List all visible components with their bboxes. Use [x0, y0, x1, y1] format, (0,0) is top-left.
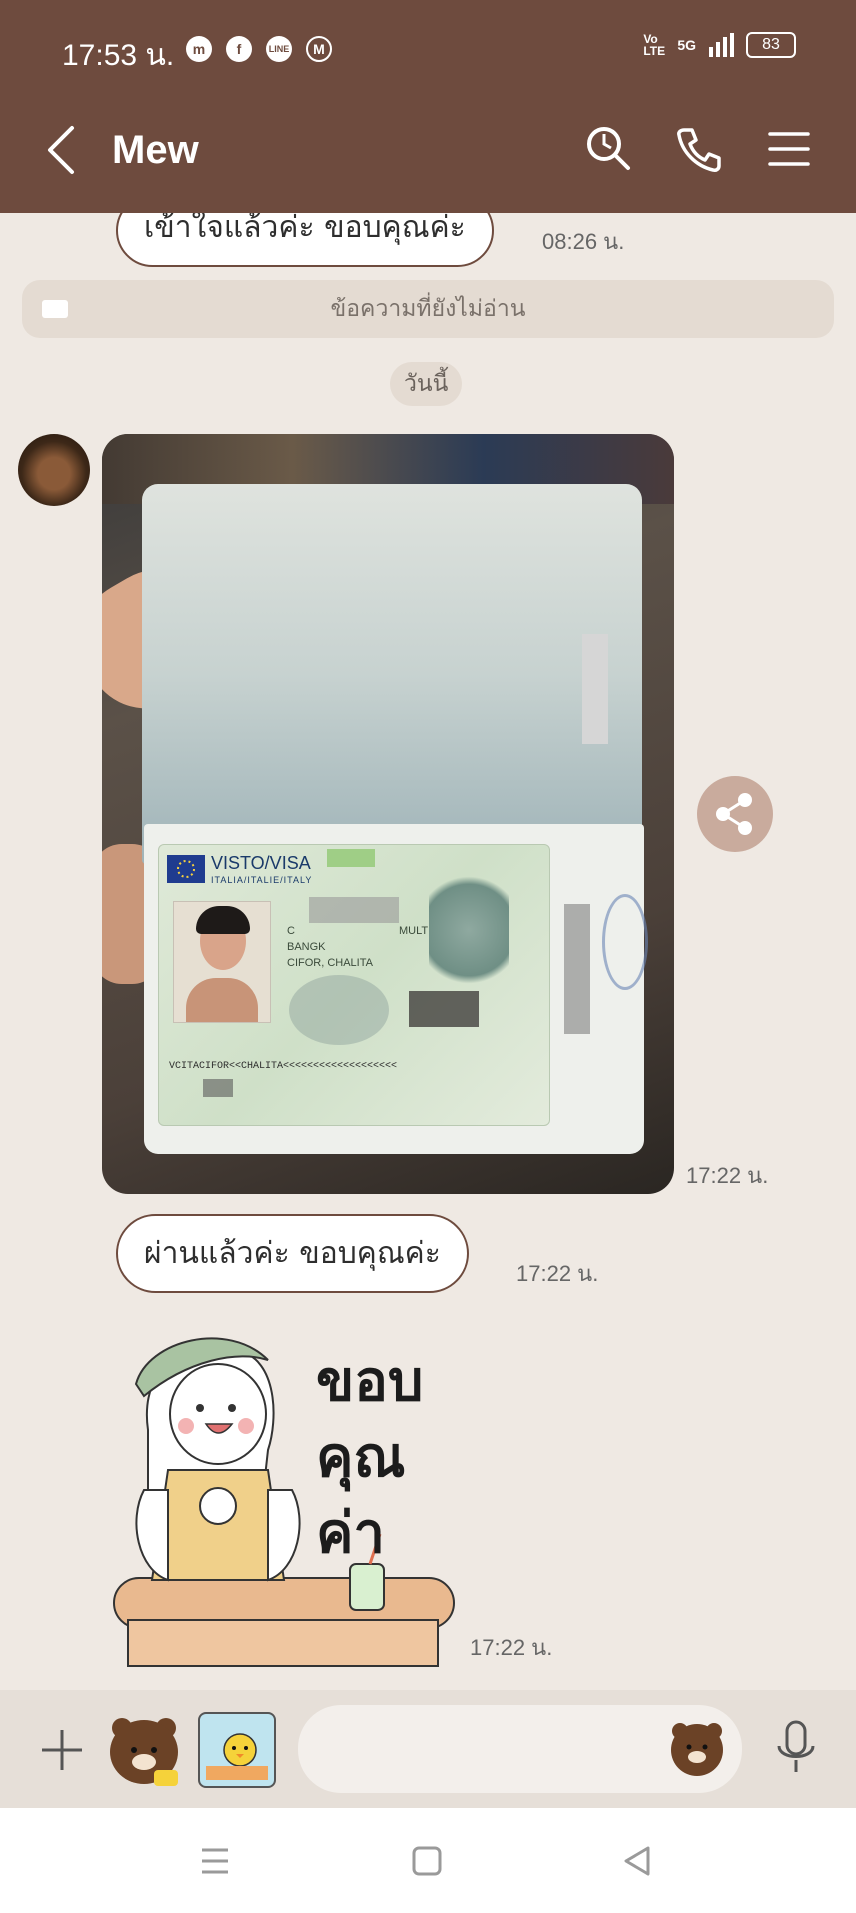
visa-mrz: VCITACIFOR<<CHALITA<<<<<<<<<<<<<<<<<<< — [169, 1061, 398, 1072]
gallery-button[interactable] — [198, 1712, 276, 1788]
back-button[interactable] — [40, 122, 84, 178]
sticker-thank-you[interactable]: ขอบ คุณ ค่า — [108, 1320, 464, 1670]
volte-label: Vo LTE — [643, 32, 666, 58]
sticker-text: ขอบ คุณ ค่า — [316, 1344, 423, 1572]
unread-divider: ข้อความที่ยังไม่อ่าน — [22, 280, 834, 338]
portrait-body — [186, 978, 258, 1022]
sticker-line: ขอบ — [316, 1349, 424, 1414]
visa-type: C — [287, 925, 295, 937]
status-time: 17:53 น. — [62, 39, 175, 72]
recent-apps-icon[interactable] — [198, 1844, 232, 1878]
plus-icon[interactable] — [38, 1726, 86, 1774]
visa-city: BANGK — [287, 941, 326, 953]
bear-sticker-icon — [110, 1718, 178, 1786]
passport-upper-page — [142, 484, 642, 864]
date-chip: วันนี้ — [390, 362, 463, 406]
sticker-time: 17:22 น. — [470, 1635, 553, 1660]
message-time: 17:22 น. — [516, 1261, 599, 1286]
blurred-area — [409, 991, 479, 1027]
blurred-area — [203, 1079, 233, 1097]
avatar[interactable] — [18, 434, 90, 506]
visa-country-line: ITALIA/ITALIE/ITALY — [211, 875, 313, 885]
sticker-line: ค่า — [316, 1501, 385, 1566]
gmail-icon: M — [306, 36, 332, 62]
blurred-area — [582, 634, 608, 744]
search-icon[interactable] — [584, 124, 634, 174]
battery-indicator: 83 — [746, 32, 796, 58]
eu-stars — [177, 860, 195, 878]
menu-icon[interactable] — [764, 124, 814, 174]
share-icon — [716, 793, 752, 835]
facebook-icon: f — [226, 36, 252, 62]
visa-entries: MULT — [399, 925, 429, 937]
message-text: ผ่านแล้วค่ะ ขอบคุณค่ะ — [144, 1236, 441, 1271]
microphone-icon[interactable] — [774, 1718, 818, 1778]
visa-name: CIFOR, CHALITA — [287, 957, 373, 969]
message-bubble-passed[interactable]: ผ่านแล้วค่ะ ขอบคุณค่ะ — [116, 1214, 469, 1293]
sticker-line: คุณ — [316, 1425, 406, 1490]
blurred-area — [309, 897, 399, 923]
visa-header: VISTO/VISA — [211, 853, 311, 873]
network-label: 5G — [677, 37, 696, 53]
sticker-button[interactable] — [104, 1710, 184, 1790]
photo-message[interactable]: VISTO/VISA ITALIA/ITALIE/ITALY BANGK C M… — [102, 434, 674, 1194]
signal-icon — [709, 33, 734, 57]
visa-hologram — [289, 975, 389, 1045]
eu-flag-icon — [167, 855, 205, 883]
messenger-icon: m — [186, 36, 212, 62]
visa-green-strip — [327, 849, 375, 867]
status-right: Vo LTE 5G 83 — [643, 32, 796, 58]
message-time: 08:26 น. — [542, 229, 625, 254]
passport-stamp — [602, 894, 648, 990]
line-icon: LINE — [266, 36, 292, 62]
home-icon[interactable] — [410, 1844, 444, 1878]
share-button[interactable] — [697, 776, 773, 852]
back-nav-icon[interactable] — [620, 1844, 654, 1878]
bear-face-icon — [671, 1723, 723, 1776]
chat-title: Mew — [112, 128, 199, 172]
message-text: เข้าใจแล้วค่ะ ขอบคุณค่ะ — [144, 210, 466, 245]
emoji-button[interactable] — [668, 1719, 726, 1777]
gallery-icon — [206, 1733, 268, 1780]
tag-icon — [42, 300, 68, 318]
photo-time: 17:22 น. — [686, 1163, 769, 1188]
phone-icon[interactable] — [674, 124, 724, 174]
visa-emblem — [429, 865, 509, 995]
portrait-hair — [196, 906, 250, 934]
visa-portrait — [173, 901, 271, 1023]
blurred-area — [564, 904, 590, 1034]
visa-sticker: VISTO/VISA ITALIA/ITALIE/ITALY BANGK C M… — [158, 844, 550, 1126]
